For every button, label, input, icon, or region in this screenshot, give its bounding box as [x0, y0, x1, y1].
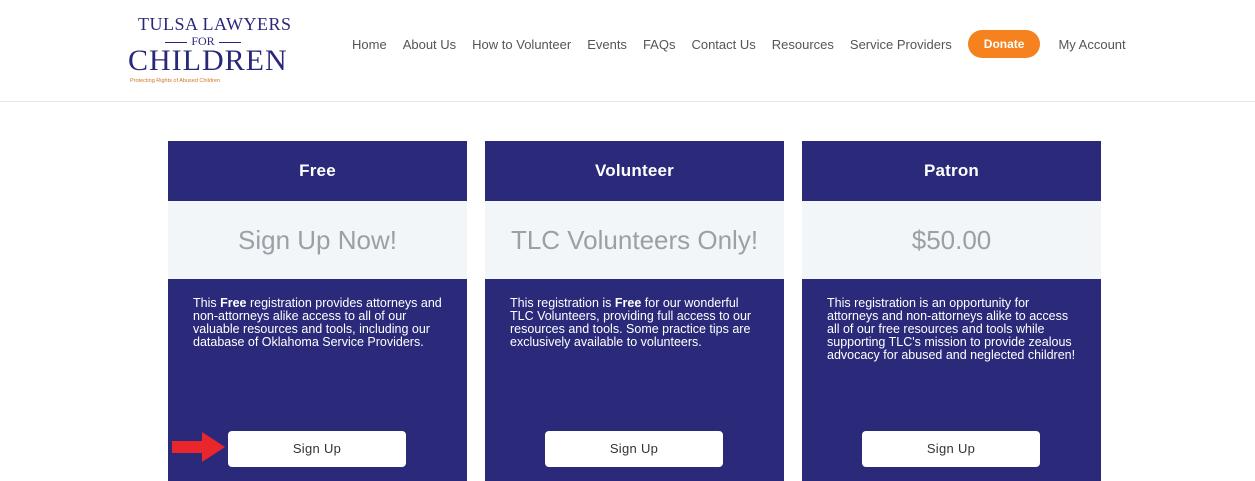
logo-tagline: Protecting Rights of Abused Children [130, 78, 220, 84]
plan-title: Free [299, 161, 336, 180]
sign-up-button-volunteer[interactable]: Sign Up [545, 431, 723, 467]
nav-events[interactable]: Events [587, 37, 627, 52]
plan-title: Volunteer [595, 161, 674, 180]
main-nav: Home About Us How to Volunteer Events FA… [352, 30, 1142, 58]
nav-home[interactable]: Home [352, 37, 387, 52]
nav-contact-us[interactable]: Contact Us [691, 37, 755, 52]
plan-card-free: Free Sign Up Now! This Free registration… [168, 141, 467, 481]
plan-description: This Free registration provides attorney… [193, 296, 442, 349]
site-logo[interactable]: TULSA LAWYERS FOR CHILDREN Protecting Ri… [128, 12, 291, 84]
logo-line-1: TULSA LAWYERS [138, 14, 292, 34]
nav-about-us[interactable]: About Us [403, 37, 456, 52]
plan-price: $50.00 [802, 201, 1101, 279]
sign-up-button-free[interactable]: Sign Up [228, 431, 406, 467]
plan-description: This registration is an opportunity for … [827, 296, 1076, 362]
logo-line-3: CHILDREN [128, 44, 288, 77]
plan-price: TLC Volunteers Only! [485, 201, 784, 279]
site-header: TULSA LAWYERS FOR CHILDREN Protecting Ri… [0, 0, 1255, 102]
plan-price: Sign Up Now! [168, 201, 467, 279]
nav-faqs[interactable]: FAQs [643, 37, 676, 52]
plan-description: This registration is Free for our wonder… [510, 296, 752, 349]
arrow-right-icon [172, 432, 225, 462]
plan-card-patron: Patron $50.00 This registration is an op… [802, 141, 1101, 481]
donate-button[interactable]: Donate [967, 30, 1041, 58]
nav-my-account[interactable]: My Account [1058, 37, 1125, 52]
plan-card-volunteer: Volunteer TLC Volunteers Only! This regi… [485, 141, 784, 481]
nav-resources[interactable]: Resources [772, 37, 834, 52]
nav-how-to-volunteer[interactable]: How to Volunteer [472, 37, 571, 52]
sign-up-button-patron[interactable]: Sign Up [862, 431, 1040, 467]
nav-service-providers[interactable]: Service Providers [850, 37, 952, 52]
plan-title: Patron [923, 161, 980, 180]
